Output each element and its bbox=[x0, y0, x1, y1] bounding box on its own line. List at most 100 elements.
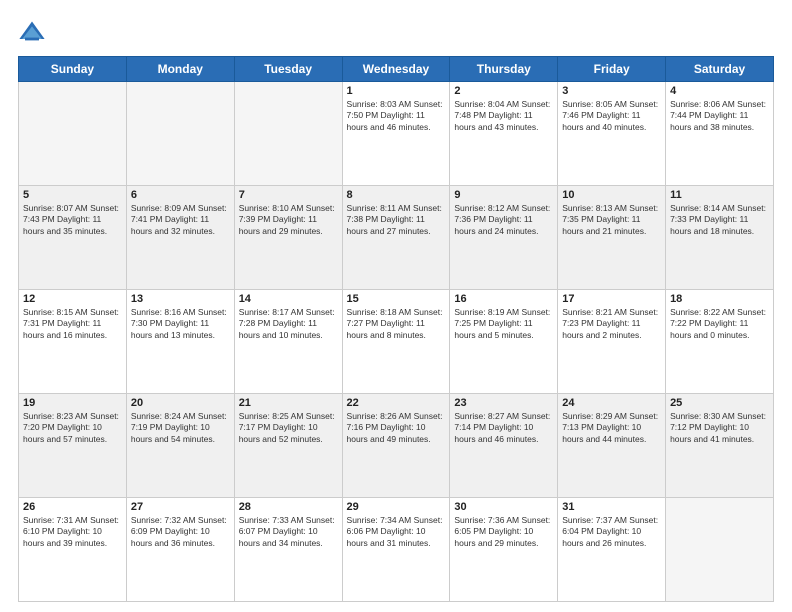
day-number: 17 bbox=[562, 293, 661, 305]
cell-info: Sunrise: 8:04 AM Sunset: 7:48 PM Dayligh… bbox=[454, 99, 553, 133]
calendar-cell: 5Sunrise: 8:07 AM Sunset: 7:43 PM Daylig… bbox=[19, 186, 127, 290]
cell-info: Sunrise: 7:32 AM Sunset: 6:09 PM Dayligh… bbox=[131, 515, 230, 549]
calendar-cell: 16 Sunrise: 8:19 AM Sunset: 7:25 PM Dayli… bbox=[450, 290, 558, 394]
calendar-cell: 13 Sunrise: 8:16 AM Sunset: 7:30 PM Dayli… bbox=[126, 290, 234, 394]
day-number: 7 bbox=[239, 189, 338, 201]
day-number: 26 bbox=[23, 501, 122, 513]
calendar-cell: 3 Sunrise: 8:05 AM Sunset: 7:46 PM Daylig… bbox=[558, 82, 666, 186]
cell-info: Sunrise: 8:13 AM Sunset: 7:35 PM Dayligh… bbox=[562, 203, 661, 237]
day-number: 31 bbox=[562, 501, 661, 513]
day-number: 13 bbox=[131, 293, 230, 305]
cell-info: Sunrise: 8:23 AM Sunset: 7:20 PM Dayligh… bbox=[23, 411, 122, 445]
week-row-4: 26 Sunrise: 7:31 AM Sunset: 6:10 PM Dayli… bbox=[19, 498, 774, 602]
day-number: 6 bbox=[131, 189, 230, 201]
week-row-3: 19 Sunrise: 8:23 AM Sunset: 7:20 PM Dayli… bbox=[19, 394, 774, 498]
day-number: 18 bbox=[670, 293, 769, 305]
calendar-cell: 25 Sunrise: 8:30 AM Sunset: 7:12 PM Dayli… bbox=[666, 394, 774, 498]
weekday-header-saturday: Saturday bbox=[666, 57, 774, 82]
day-number: 12 bbox=[23, 293, 122, 305]
weekday-header-row: SundayMondayTuesdayWednesdayThursdayFrid… bbox=[19, 57, 774, 82]
calendar-cell: 1Sunrise: 8:03 AM Sunset: 7:50 PM Daylig… bbox=[342, 82, 450, 186]
calendar-cell: 11 Sunrise: 8:14 AM Sunset: 7:33 PM Dayli… bbox=[666, 186, 774, 290]
cell-info: Sunrise: 8:29 AM Sunset: 7:13 PM Dayligh… bbox=[562, 411, 661, 445]
weekday-header-monday: Monday bbox=[126, 57, 234, 82]
header bbox=[18, 18, 774, 46]
cell-info: Sunrise: 8:11 AM Sunset: 7:38 PM Dayligh… bbox=[347, 203, 446, 237]
cell-info: Sunrise: 8:21 AM Sunset: 7:23 PM Dayligh… bbox=[562, 307, 661, 341]
cell-info: Sunrise: 8:16 AM Sunset: 7:30 PM Dayligh… bbox=[131, 307, 230, 341]
week-row-0: 1Sunrise: 8:03 AM Sunset: 7:50 PM Daylig… bbox=[19, 82, 774, 186]
cell-info: Sunrise: 8:10 AM Sunset: 7:39 PM Dayligh… bbox=[239, 203, 338, 237]
day-number: 23 bbox=[454, 397, 553, 409]
cell-info: Sunrise: 7:36 AM Sunset: 6:05 PM Dayligh… bbox=[454, 515, 553, 549]
day-number: 21 bbox=[239, 397, 338, 409]
calendar-cell: 17 Sunrise: 8:21 AM Sunset: 7:23 PM Dayli… bbox=[558, 290, 666, 394]
weekday-header-tuesday: Tuesday bbox=[234, 57, 342, 82]
cell-info: Sunrise: 8:30 AM Sunset: 7:12 PM Dayligh… bbox=[670, 411, 769, 445]
cell-info: Sunrise: 8:22 AM Sunset: 7:22 PM Dayligh… bbox=[670, 307, 769, 341]
weekday-header-thursday: Thursday bbox=[450, 57, 558, 82]
weekday-header-sunday: Sunday bbox=[19, 57, 127, 82]
calendar-cell: 21 Sunrise: 8:25 AM Sunset: 7:17 PM Dayli… bbox=[234, 394, 342, 498]
day-number: 10 bbox=[562, 189, 661, 201]
cell-info: Sunrise: 7:34 AM Sunset: 6:06 PM Dayligh… bbox=[347, 515, 446, 549]
cell-info: Sunrise: 8:27 AM Sunset: 7:14 PM Dayligh… bbox=[454, 411, 553, 445]
page: SundayMondayTuesdayWednesdayThursdayFrid… bbox=[0, 0, 792, 612]
logo-icon bbox=[18, 18, 46, 46]
weekday-header-friday: Friday bbox=[558, 57, 666, 82]
calendar-cell: 6Sunrise: 8:09 AM Sunset: 7:41 PM Daylig… bbox=[126, 186, 234, 290]
calendar-cell: 7 Sunrise: 8:10 AM Sunset: 7:39 PM Daylig… bbox=[234, 186, 342, 290]
cell-info: Sunrise: 8:25 AM Sunset: 7:17 PM Dayligh… bbox=[239, 411, 338, 445]
cell-info: Sunrise: 8:24 AM Sunset: 7:19 PM Dayligh… bbox=[131, 411, 230, 445]
day-number: 8 bbox=[347, 189, 446, 201]
calendar-cell: 19 Sunrise: 8:23 AM Sunset: 7:20 PM Dayli… bbox=[19, 394, 127, 498]
calendar-cell: 4Sunrise: 8:06 AM Sunset: 7:44 PM Daylig… bbox=[666, 82, 774, 186]
calendar-cell: 28 Sunrise: 7:33 AM Sunset: 6:07 PM Dayli… bbox=[234, 498, 342, 602]
calendar-cell: 20 Sunrise: 8:24 AM Sunset: 7:19 PM Dayli… bbox=[126, 394, 234, 498]
calendar-cell bbox=[666, 498, 774, 602]
calendar-cell: 29 Sunrise: 7:34 AM Sunset: 6:06 PM Dayli… bbox=[342, 498, 450, 602]
logo bbox=[18, 18, 48, 46]
day-number: 3 bbox=[562, 85, 661, 97]
calendar-table: SundayMondayTuesdayWednesdayThursdayFrid… bbox=[18, 56, 774, 602]
calendar-cell: 12Sunrise: 8:15 AM Sunset: 7:31 PM Dayli… bbox=[19, 290, 127, 394]
day-number: 29 bbox=[347, 501, 446, 513]
day-number: 19 bbox=[23, 397, 122, 409]
calendar-cell: 24 Sunrise: 8:29 AM Sunset: 7:13 PM Dayli… bbox=[558, 394, 666, 498]
day-number: 30 bbox=[454, 501, 553, 513]
calendar-cell bbox=[19, 82, 127, 186]
day-number: 24 bbox=[562, 397, 661, 409]
day-number: 16 bbox=[454, 293, 553, 305]
calendar-cell: 26 Sunrise: 7:31 AM Sunset: 6:10 PM Dayli… bbox=[19, 498, 127, 602]
calendar-cell: 15 Sunrise: 8:18 AM Sunset: 7:27 PM Dayli… bbox=[342, 290, 450, 394]
cell-info: Sunrise: 8:18 AM Sunset: 7:27 PM Dayligh… bbox=[347, 307, 446, 341]
day-number: 20 bbox=[131, 397, 230, 409]
day-number: 9 bbox=[454, 189, 553, 201]
cell-info: Sunrise: 7:33 AM Sunset: 6:07 PM Dayligh… bbox=[239, 515, 338, 549]
cell-info: Sunrise: 8:03 AM Sunset: 7:50 PM Dayligh… bbox=[347, 99, 446, 133]
day-number: 15 bbox=[347, 293, 446, 305]
day-number: 28 bbox=[239, 501, 338, 513]
calendar-cell: 31Sunrise: 7:37 AM Sunset: 6:04 PM Dayli… bbox=[558, 498, 666, 602]
cell-info: Sunrise: 8:19 AM Sunset: 7:25 PM Dayligh… bbox=[454, 307, 553, 341]
day-number: 25 bbox=[670, 397, 769, 409]
calendar-cell: 18 Sunrise: 8:22 AM Sunset: 7:22 PM Dayli… bbox=[666, 290, 774, 394]
calendar-cell: 23 Sunrise: 8:27 AM Sunset: 7:14 PM Dayli… bbox=[450, 394, 558, 498]
cell-info: Sunrise: 8:07 AM Sunset: 7:43 PM Dayligh… bbox=[23, 203, 122, 237]
calendar-cell: 22Sunrise: 8:26 AM Sunset: 7:16 PM Dayli… bbox=[342, 394, 450, 498]
week-row-2: 12Sunrise: 8:15 AM Sunset: 7:31 PM Dayli… bbox=[19, 290, 774, 394]
calendar-cell: 8 Sunrise: 8:11 AM Sunset: 7:38 PM Daylig… bbox=[342, 186, 450, 290]
day-number: 11 bbox=[670, 189, 769, 201]
cell-info: Sunrise: 8:14 AM Sunset: 7:33 PM Dayligh… bbox=[670, 203, 769, 237]
weekday-header-wednesday: Wednesday bbox=[342, 57, 450, 82]
cell-info: Sunrise: 8:05 AM Sunset: 7:46 PM Dayligh… bbox=[562, 99, 661, 133]
day-number: 27 bbox=[131, 501, 230, 513]
calendar-cell: 10 Sunrise: 8:13 AM Sunset: 7:35 PM Dayli… bbox=[558, 186, 666, 290]
calendar-cell: 30 Sunrise: 7:36 AM Sunset: 6:05 PM Dayli… bbox=[450, 498, 558, 602]
day-number: 22 bbox=[347, 397, 446, 409]
day-number: 2 bbox=[454, 85, 553, 97]
calendar-cell bbox=[234, 82, 342, 186]
day-number: 4 bbox=[670, 85, 769, 97]
cell-info: Sunrise: 8:17 AM Sunset: 7:28 PM Dayligh… bbox=[239, 307, 338, 341]
cell-info: Sunrise: 7:31 AM Sunset: 6:10 PM Dayligh… bbox=[23, 515, 122, 549]
